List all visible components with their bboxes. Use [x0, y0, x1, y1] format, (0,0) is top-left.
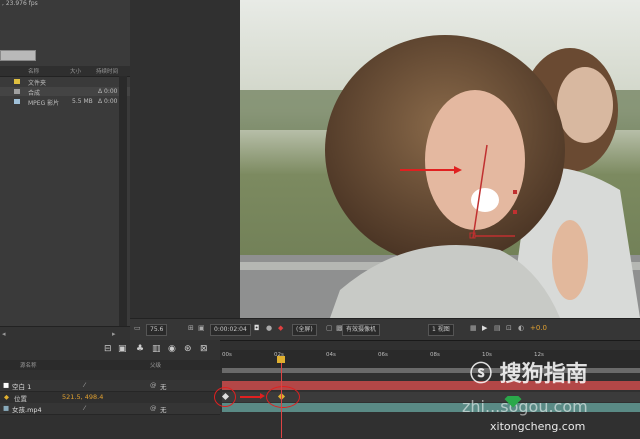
layer-switches[interactable]: ⁄ [84, 404, 85, 412]
viewer-toolbar: ▭ 75.6 ⊞ ▣ 0:00:02:04 ◘ ● ◆ (全屏) ▢ ▩ 有效摄… [130, 318, 640, 341]
safe-margins-icon[interactable]: ⊞ [188, 324, 194, 332]
column-size[interactable]: 大小 [70, 67, 81, 75]
video-file-icon [14, 99, 20, 104]
brainstorm-icon[interactable]: ⊠ [200, 344, 208, 354]
current-time-indicator-head[interactable] [277, 356, 285, 363]
resolution-select[interactable]: (全屏) [292, 324, 317, 336]
watermark-site: xitongcheng.com [490, 420, 586, 433]
project-item[interactable]: 文件夹 [0, 77, 130, 87]
layer-name: 空白 1 [12, 383, 32, 391]
annotation-ellipse [266, 386, 300, 408]
parent-header[interactable]: 父级 [150, 361, 161, 369]
current-time-indicator[interactable] [281, 358, 282, 438]
layer-switches[interactable]: ⁄ [84, 381, 85, 389]
zoom-select[interactable]: 75.6 [146, 324, 168, 336]
project-info: , 23.976 fps [2, 0, 38, 7]
project-scrollbar[interactable] [119, 76, 127, 326]
ruler-tick: 08s [430, 352, 440, 358]
mask-visibility-icon[interactable]: ▣ [198, 324, 205, 332]
ruler-tick: 00s [222, 352, 232, 358]
viewer-pasteboard [130, 0, 240, 318]
folder-icon [14, 79, 20, 84]
composition-icon [14, 89, 20, 94]
footage-frame[interactable] [240, 0, 640, 318]
parent-select[interactable]: 无 [160, 381, 167, 391]
source-name-header[interactable]: 源名称 [20, 361, 37, 369]
keyframe-nav-icon[interactable]: ◆ [4, 393, 9, 401]
watermark-logo: ⓢ 搜狗指南 [470, 362, 588, 387]
always-preview-icon[interactable]: ▭ [134, 324, 141, 332]
exposure-value[interactable]: +0.0 [530, 324, 547, 332]
layer-color-label: ■ [3, 381, 10, 389]
timeline-toolbar: ⊟ ▣ ♣ ▥ ◉ ⊛ ⊠ [0, 340, 220, 360]
layer-name: 女孩.mp4 [12, 406, 42, 414]
project-item-duration: Δ 0:00 [98, 98, 118, 105]
property-value[interactable]: 521.5, 498.4 [62, 393, 103, 401]
current-timecode[interactable]: 0:00:02:04 [210, 324, 251, 336]
graph-editor-icon[interactable]: ⊛ [184, 344, 192, 354]
project-footer: ◂ ▸ [0, 326, 130, 341]
annotation-arrow [240, 393, 265, 399]
parent-select[interactable]: 无 [160, 404, 167, 414]
snapshot-icon[interactable]: ◘ [254, 324, 260, 332]
windows-logo-icon [500, 390, 526, 422]
camera-select[interactable]: 有效摄像机 [342, 324, 381, 336]
annotation-ellipse [214, 387, 236, 407]
layer-row[interactable]: ■ 女孩.mp4 ⁄ @ 无 [0, 403, 220, 415]
project-item-name: MPEG 影片 [28, 100, 60, 107]
layer-column-header: 源名称 父级 [0, 360, 220, 370]
draft-3d-icon[interactable]: ▣ [118, 344, 127, 354]
project-item-name: 合成 [28, 90, 41, 97]
comp-mini-flowchart-icon[interactable]: ⊟ [104, 344, 112, 354]
property-name: 位置 [14, 395, 27, 403]
scroll-left-icon[interactable]: ◂ [2, 330, 6, 338]
hide-shy-layers-icon[interactable]: ♣ [136, 344, 144, 354]
reset-exposure-icon[interactable]: ◐ [518, 324, 524, 332]
column-duration[interactable]: 持续时间 [96, 67, 118, 75]
ruler-tick: 04s [326, 352, 336, 358]
channel-icon[interactable]: ◆ [278, 324, 283, 332]
toggle-pixel-aspect-icon[interactable]: ▦ [470, 324, 477, 332]
project-item-size: 5.5 MB [72, 98, 93, 105]
project-item-name: 文件夹 [28, 80, 47, 87]
show-snapshot-icon[interactable]: ● [266, 324, 272, 332]
column-name[interactable]: 名称 [28, 67, 39, 75]
motion-blur-icon[interactable]: ◉ [168, 344, 176, 354]
timeline-icon[interactable]: ▤ [494, 324, 501, 332]
parent-pick-icon[interactable]: @ [150, 381, 157, 389]
flowchart-icon[interactable]: ⊡ [506, 324, 512, 332]
scroll-right-icon[interactable]: ▸ [112, 330, 116, 338]
project-item-duration: Δ 0:00 [98, 88, 118, 95]
project-item[interactable]: 合成 Δ 0:00 [0, 87, 130, 97]
fast-previews-icon[interactable]: ▶ [482, 324, 487, 332]
ruler-tick: 06s [378, 352, 388, 358]
region-of-interest-icon[interactable]: ▢ [326, 324, 333, 332]
parent-pick-icon[interactable]: @ [150, 404, 157, 412]
layer-row[interactable]: ■ 空白 1 ⁄ @ 无 [0, 380, 220, 392]
project-search-input[interactable] [0, 50, 36, 61]
frame-blending-icon[interactable]: ▥ [152, 344, 161, 354]
views-select[interactable]: 1 视图 [428, 324, 454, 336]
footage-image [240, 0, 640, 318]
project-column-header: 名称 大小 持续时间 [0, 66, 130, 77]
layer-color-label: ■ [3, 404, 10, 412]
project-item[interactable]: MPEG 影片 5.5 MB Δ 0:00 [0, 97, 130, 107]
